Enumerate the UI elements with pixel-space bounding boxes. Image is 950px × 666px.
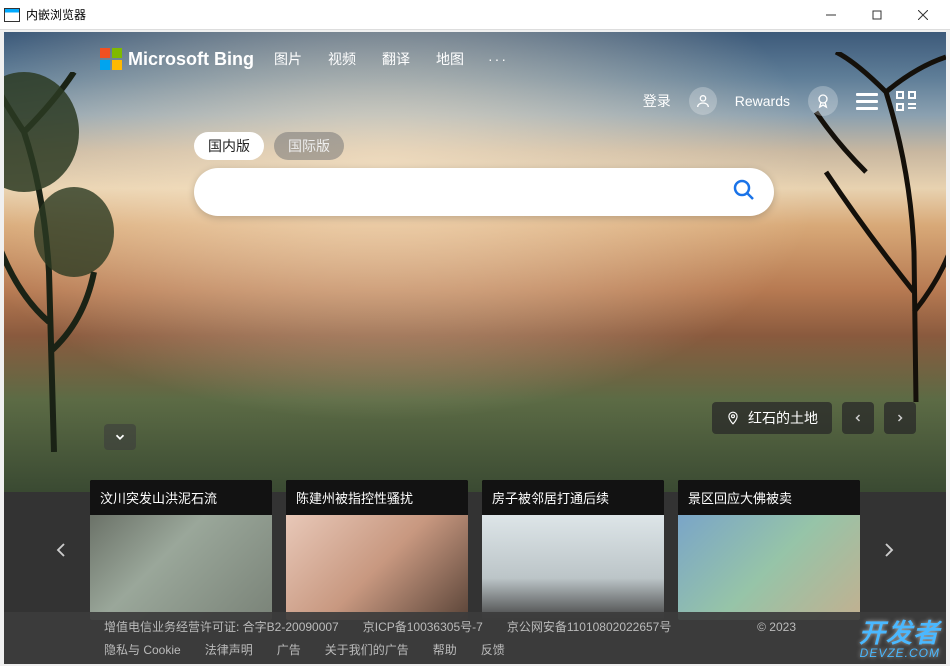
decorative-tree-left [4,72,124,452]
window-title: 内嵌浏览器 [26,6,808,23]
news-card[interactable]: 景区回应大佛被卖 [678,480,860,620]
news-card-image [482,515,664,620]
footer-legal-row: 增值电信业务经营许可证: 合字B2-20090007 京ICP备10036305… [104,618,846,635]
login-link[interactable]: 登录 [643,91,671,111]
brand-text: Microsoft Bing [128,49,254,70]
wallpaper-location-button[interactable]: 红石的土地 [712,402,832,434]
search-icon[interactable] [732,178,756,207]
wallpaper-prev-button[interactable] [842,402,874,434]
edition-domestic-tab[interactable]: 国内版 [194,132,264,160]
footer-legal[interactable]: 法律声明 [205,641,253,658]
footer-ads[interactable]: 广告 [277,641,301,658]
carousel-prev-button[interactable] [44,480,78,620]
news-card-title: 陈建州被指控性骚扰 [286,480,468,515]
news-card[interactable]: 陈建州被指控性骚扰 [286,480,468,620]
news-carousel: 汶川突发山洪泥石流 陈建州被指控性骚扰 房子被邻居打通后续 景区回应大佛被卖 [4,480,946,620]
news-card-title: 景区回应大佛被卖 [678,480,860,515]
news-cards: 汶川突发山洪泥石流 陈建州被指控性骚扰 房子被邻居打通后续 景区回应大佛被卖 [90,480,860,620]
window-controls [808,1,946,29]
minimize-button[interactable] [808,1,854,29]
nav-maps[interactable]: 地图 [436,49,464,69]
edition-international-tab[interactable]: 国际版 [274,132,344,160]
qr-code-icon[interactable] [896,91,916,111]
page-viewport: Microsoft Bing 图片 视频 翻译 地图 ··· 登录 Reward… [4,32,946,664]
maximize-button[interactable] [854,1,900,29]
news-card[interactable]: 汶川突发山洪泥石流 [90,480,272,620]
user-avatar-icon[interactable] [689,87,717,115]
search-input[interactable] [212,183,732,201]
news-card-image [678,515,860,620]
news-card-title: 房子被邻居打通后续 [482,480,664,515]
nav-images[interactable]: 图片 [274,49,302,69]
footer-copyright: © 2023 [757,620,796,634]
close-button[interactable] [900,1,946,29]
page-footer: 增值电信业务经营许可证: 合字B2-20090007 京ICP备10036305… [4,612,946,664]
wallpaper-location-label: 红石的土地 [748,408,818,428]
rewards-medal-icon[interactable] [808,86,838,116]
search-box [194,168,774,216]
nav-links: 图片 视频 翻译 地图 [274,49,464,69]
window-titlebar: 内嵌浏览器 [0,0,950,30]
hamburger-menu-icon[interactable] [856,93,878,110]
footer-about-ads[interactable]: 关于我们的广告 [325,641,409,658]
app-icon [4,8,20,22]
bing-logo[interactable]: Microsoft Bing [100,48,254,70]
footer-license[interactable]: 增值电信业务经营许可证: 合字B2-20090007 [104,618,339,635]
news-card-image [286,515,468,620]
carousel-next-button[interactable] [872,480,906,620]
news-card-image [90,515,272,620]
footer-icp[interactable]: 京ICP备10036305号-7 [363,618,483,635]
microsoft-logo-icon [100,48,122,70]
footer-privacy[interactable]: 隐私与 Cookie [104,641,181,658]
hero-background: Microsoft Bing 图片 视频 翻译 地图 ··· 登录 Reward… [4,32,946,492]
footer-gongan[interactable]: 京公网安备11010802022657号 [507,618,672,635]
footer-links-row: 隐私与 Cookie 法律声明 广告 关于我们的广告 帮助 反馈 [104,641,846,658]
rewards-link[interactable]: Rewards [735,93,790,109]
footer-feedback[interactable]: 反馈 [481,641,505,658]
footer-help[interactable]: 帮助 [433,641,457,658]
expand-chevron-button[interactable] [104,424,136,450]
top-right-controls: 登录 Rewards [643,86,916,116]
nav-translate[interactable]: 翻译 [382,49,410,69]
wallpaper-next-button[interactable] [884,402,916,434]
edition-tabs: 国内版 国际版 [194,132,774,160]
news-card-title: 汶川突发山洪泥石流 [90,480,272,515]
nav-more-icon[interactable]: ··· [488,51,508,67]
news-card[interactable]: 房子被邻居打通后续 [482,480,664,620]
top-nav: Microsoft Bing 图片 视频 翻译 地图 ··· [4,48,946,70]
wallpaper-info-bar: 红石的土地 [712,402,916,434]
search-area: 国内版 国际版 [194,132,774,216]
nav-video[interactable]: 视频 [328,49,356,69]
